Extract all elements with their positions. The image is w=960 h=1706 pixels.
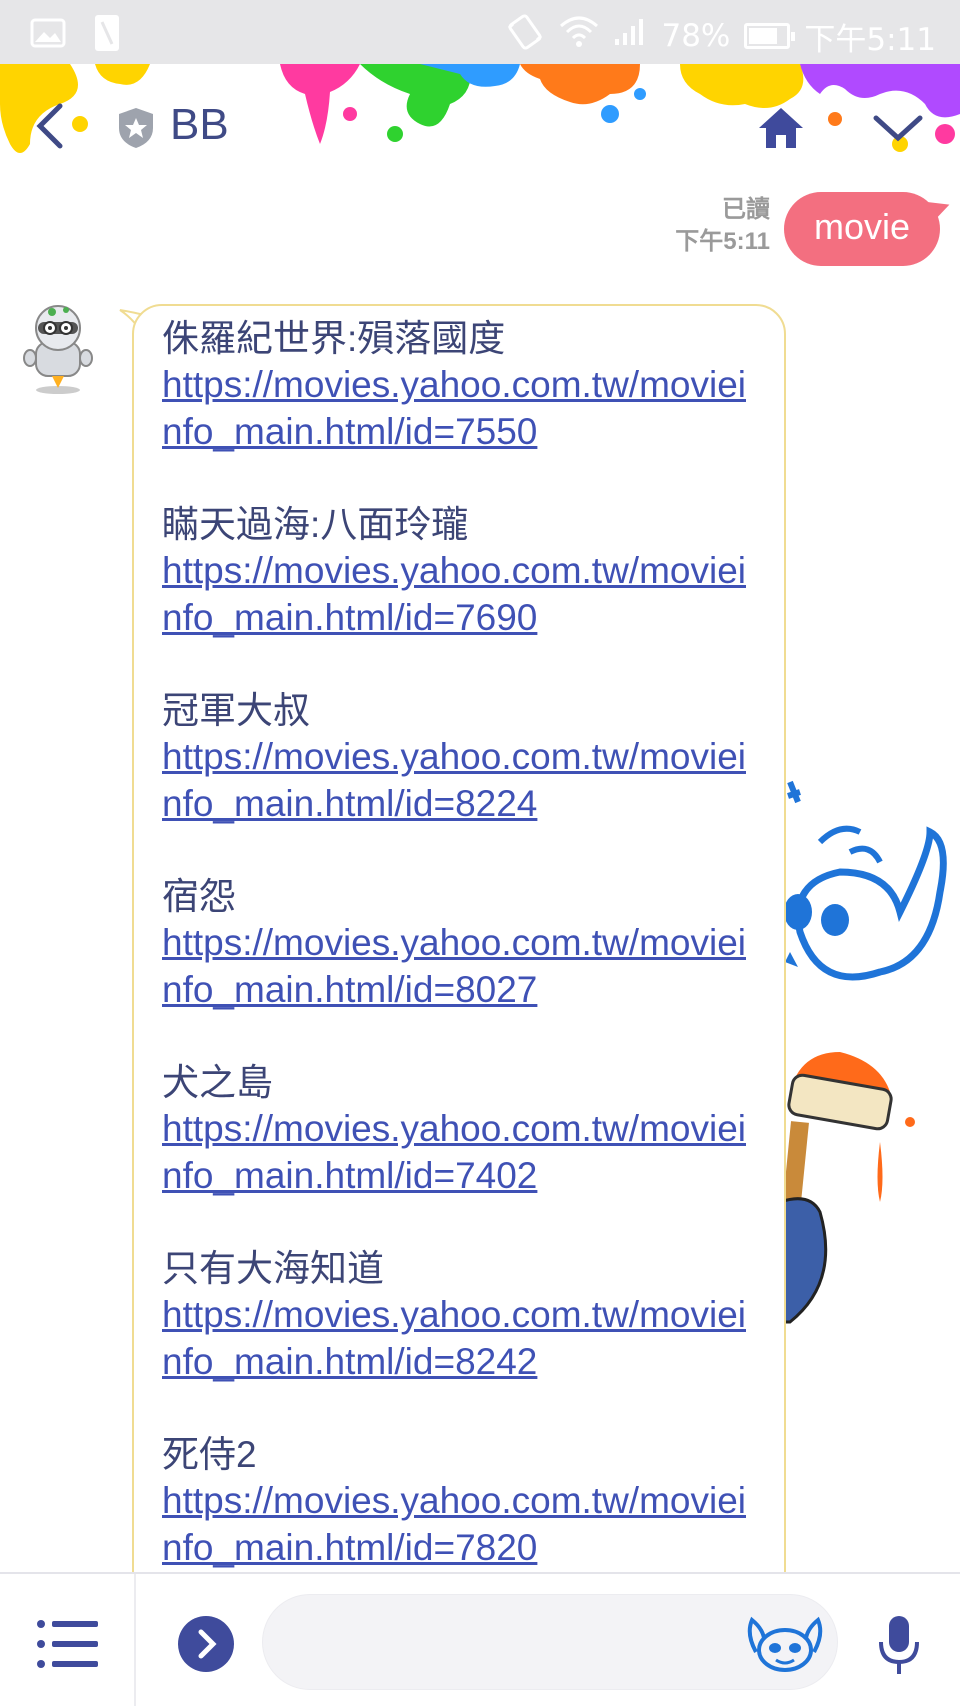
movie-link[interactable]: https://movies.yahoo.com.tw/movieinfo_ma… <box>162 919 764 1013</box>
movie-entry: 冠軍大叔 https://movies.yahoo.com.tw/movieinf… <box>162 688 764 827</box>
movie-title: 冠軍大叔 <box>162 690 310 731</box>
movie-entry: 瞞天過海:八面玲瓏 https://movies.yahoo.com.tw/mov… <box>162 502 764 641</box>
movie-title: 犬之島 <box>162 1062 273 1103</box>
movie-link[interactable]: https://movies.yahoo.com.tw/movieinfo_ma… <box>162 361 764 455</box>
movie-entry: 死侍2 https://movies.yahoo.com.tw/movieinfo… <box>162 1432 764 1571</box>
battery-percent: 78% <box>661 18 731 54</box>
movie-title: 瞞天過海:八面玲瓏 <box>162 504 469 545</box>
microphone-button[interactable] <box>876 1614 922 1678</box>
input-divider <box>134 1574 136 1706</box>
movie-entry: 犬之島 https://movies.yahoo.com.tw/movieinfo… <box>162 1060 764 1199</box>
sticker-button[interactable] <box>742 1614 828 1674</box>
sent-message-bubble[interactable]: movie <box>783 192 940 266</box>
sent-message-meta: 已讀 下午5:11 <box>675 194 770 266</box>
movie-title: 只有大海知道 <box>162 1248 384 1289</box>
movie-link[interactable]: https://movies.yahoo.com.tw/movieinfo_ma… <box>162 547 764 641</box>
chevron-down-button[interactable] <box>870 108 926 148</box>
status-time: 下午5:11 <box>804 21 936 58</box>
status-bar: 78% 下午5:11 <box>0 0 960 64</box>
movie-link[interactable]: https://movies.yahoo.com.tw/movieinfo_ma… <box>162 1105 764 1199</box>
wifi-icon <box>559 14 599 58</box>
sent-message-row: 已讀 下午5:11 movie <box>675 192 940 266</box>
chat-screen: 78% 下午5:11 BB 已讀 下午5:11 movie 侏羅紀世界:殞落國度… <box>0 0 960 1706</box>
bot-avatar[interactable] <box>22 302 94 398</box>
shield-star-icon <box>116 106 156 150</box>
movie-link[interactable]: https://movies.yahoo.com.tw/movieinfo_ma… <box>162 1291 764 1385</box>
movie-entry: 侏羅紀世界:殞落國度 https://movies.yahoo.com.tw/mo… <box>162 316 764 455</box>
received-message-bubble[interactable]: 侏羅紀世界:殞落國度 https://movies.yahoo.com.tw/mo… <box>132 304 786 1572</box>
image-icon <box>30 18 66 52</box>
back-button[interactable] <box>30 100 70 152</box>
movie-entry: 只有大海知道 https://movies.yahoo.com.tw/moviei… <box>162 1246 764 1385</box>
movie-title: 宿怨 <box>162 876 236 917</box>
chat-header: BB <box>0 64 960 162</box>
signal-icon <box>613 17 647 55</box>
movie-title: 死侍2 <box>162 1434 257 1475</box>
message-input-bar <box>0 1572 960 1706</box>
home-button[interactable] <box>756 104 806 152</box>
movie-link[interactable]: https://movies.yahoo.com.tw/movieinfo_ma… <box>162 1477 764 1571</box>
sim-icon <box>94 14 120 56</box>
expand-button[interactable] <box>178 1616 234 1672</box>
sent-time: 下午5:11 <box>675 228 770 255</box>
movie-link[interactable]: https://movies.yahoo.com.tw/movieinfo_ma… <box>162 733 764 827</box>
background-sticker-decoration <box>780 780 947 1324</box>
movie-title: 侏羅紀世界:殞落國度 <box>162 318 506 359</box>
chat-messages[interactable]: 已讀 下午5:11 movie 侏羅紀世界:殞落國度 https://movie… <box>0 162 960 1572</box>
movie-entry: 宿怨 https://movies.yahoo.com.tw/movieinfo_… <box>162 874 764 1013</box>
battery-icon <box>744 23 796 49</box>
read-status: 已讀 <box>721 196 770 223</box>
chat-title: BB <box>170 100 229 149</box>
list-menu-button[interactable] <box>36 1618 100 1670</box>
vibrate-icon <box>505 12 545 60</box>
